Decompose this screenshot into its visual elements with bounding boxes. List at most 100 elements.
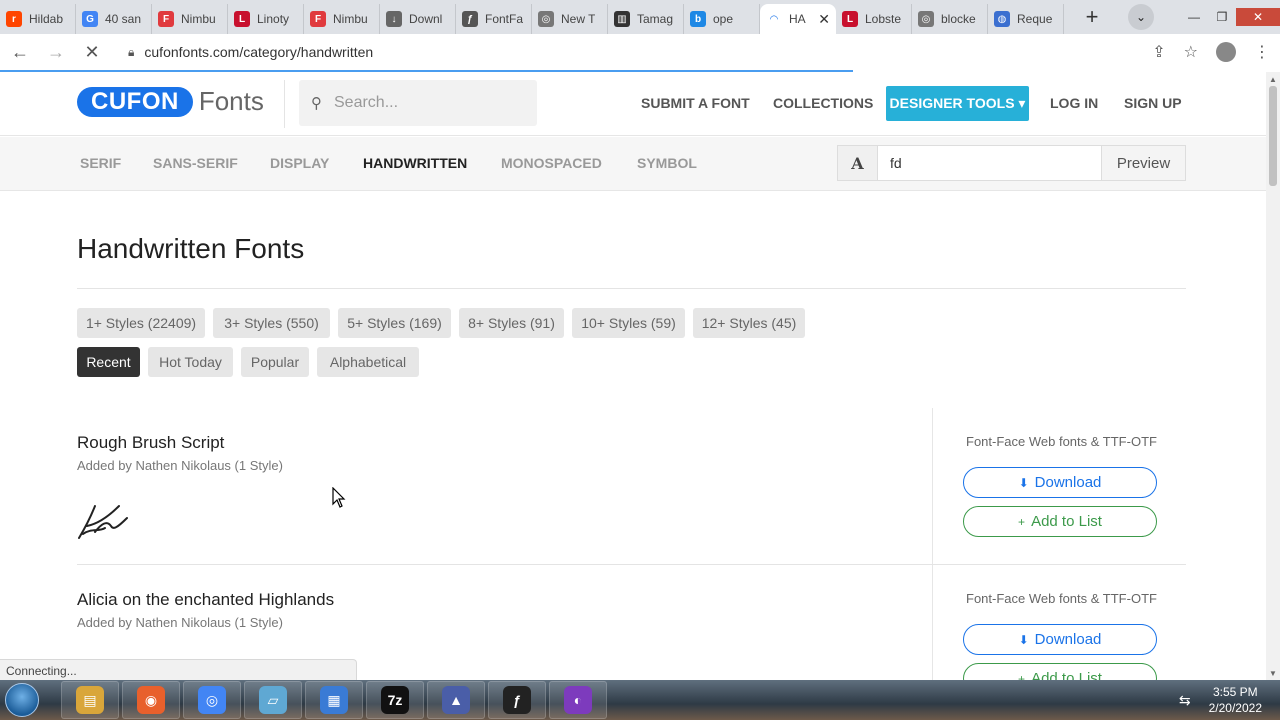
back-button[interactable]: ← <box>4 36 36 68</box>
tab-title: Downl <box>409 12 443 26</box>
browser-tab[interactable]: G 40 san <box>76 4 152 34</box>
mouse-cursor-icon <box>332 486 346 514</box>
style-filter-10plus[interactable]: 10+ Styles (59) <box>572 308 685 338</box>
windows-taskbar: ▤ ◉ ◎ ▱ ▦ 7z ▲ ƒ ◐ ⇆ 3:55 PM 2/20/2022 <box>0 680 1280 720</box>
style-filter-5plus[interactable]: 5+ Styles (169) <box>338 308 451 338</box>
taskbar-app-inkscape[interactable]: ▲ <box>427 681 485 719</box>
font-title-link[interactable]: Alicia on the enchanted Highlands <box>77 590 334 610</box>
browser-tab[interactable]: ◎ blocke <box>912 4 988 34</box>
network-icon[interactable]: ⇆ <box>1179 692 1191 709</box>
taskbar-app-notepad[interactable]: ▱ <box>244 681 302 719</box>
browser-tab[interactable]: ƒ FontFa <box>456 4 532 34</box>
browser-tab[interactable]: L Lobste <box>836 4 912 34</box>
start-button[interactable] <box>0 680 44 720</box>
scroll-up-arrow-icon[interactable]: ▲ <box>1266 72 1280 86</box>
tabs-container: r Hildab G 40 san F Nimbu L Linoty F Nimbu ↓ Downl ƒ… <box>0 0 1064 34</box>
logo-pill: CUFON <box>77 86 193 117</box>
close-tab-icon[interactable]: ✕ <box>818 11 830 28</box>
control-panel-icon: ▦ <box>320 686 348 714</box>
profile-avatar[interactable] <box>1216 42 1236 62</box>
tab-favicon-icon: L <box>842 11 858 27</box>
taskbar-app-control-panel[interactable]: ▦ <box>305 681 363 719</box>
search-input[interactable]: ⚲ Search... <box>299 80 537 126</box>
forward-button[interactable]: → <box>40 36 72 68</box>
lock-icon[interactable]: 🔒︎ <box>128 45 134 60</box>
close-window-button[interactable]: ✕ <box>1236 8 1280 26</box>
browser-tab[interactable]: ▥ Tamag <box>608 4 684 34</box>
browser-tab[interactable]: L Linoty <box>228 4 304 34</box>
font-title-link[interactable]: Rough Brush Script <box>77 433 224 453</box>
font-sample-image[interactable] <box>77 498 129 545</box>
category-serif[interactable]: SERIF <box>80 155 121 171</box>
add-to-list-label: Add to List <box>1031 513 1102 530</box>
designer-tools-button[interactable]: DESIGNER TOOLS ▾ <box>886 86 1029 121</box>
collections-link[interactable]: COLLECTIONS <box>773 86 873 120</box>
category-sans-serif[interactable]: SANS-SERIF <box>153 155 238 171</box>
tab-favicon-icon: b <box>690 11 706 27</box>
scroll-down-arrow-icon[interactable]: ▼ <box>1266 666 1280 680</box>
submit-font-link[interactable]: SUBMIT A FONT <box>641 86 750 120</box>
preview-text-input[interactable]: fd <box>878 146 1101 180</box>
browser-tab[interactable]: b ope <box>684 4 760 34</box>
minimize-button[interactable]: — <box>1180 8 1208 26</box>
category-display[interactable]: DISPLAY <box>270 155 329 171</box>
sort-popular[interactable]: Popular <box>241 347 309 377</box>
browser-tab[interactable]: ↓ Downl <box>380 4 456 34</box>
clock[interactable]: 3:55 PM 2/20/2022 <box>1209 684 1262 716</box>
tor-icon: ◐ <box>564 686 592 714</box>
browser-tab[interactable]: ◍ Reque <box>988 4 1064 34</box>
sort-recent[interactable]: Recent <box>77 347 140 377</box>
window-controls: ⌄ — ❐ ✕ <box>1128 0 1280 34</box>
maximize-button[interactable]: ❐ <box>1208 8 1236 26</box>
signup-link[interactable]: SIGN UP <box>1124 86 1182 120</box>
taskbar-app-7zip[interactable]: 7z <box>366 681 424 719</box>
category-monospaced[interactable]: MONOSPACED <box>501 155 602 171</box>
login-link[interactable]: LOG IN <box>1050 86 1098 120</box>
taskbar-app-firefox[interactable]: ◉ <box>122 681 180 719</box>
sort-alphabetical[interactable]: Alphabetical <box>317 347 419 377</box>
download-label: Download <box>1034 474 1102 491</box>
download-button[interactable]: ⬇ Download <box>963 624 1157 655</box>
tab-search-icon[interactable]: ⌄ <box>1128 4 1154 30</box>
site-logo[interactable]: CUFON Fonts <box>77 86 264 117</box>
browser-tab[interactable]: ◎ New T <box>532 4 608 34</box>
preview-text-box: A fd Preview <box>837 145 1186 181</box>
taskbar-app-tor[interactable]: ◐ <box>549 681 607 719</box>
page-scrollbar[interactable]: ▲ ▼ <box>1266 72 1280 680</box>
taskbar-app-explorer[interactable]: ▤ <box>61 681 119 719</box>
taskbar-app-chrome[interactable]: ◎ <box>183 681 241 719</box>
logo-word: Fonts <box>198 86 264 116</box>
address-bar[interactable]: 🔒︎ cufonfonts.com/category/handwritten <box>116 37 1196 67</box>
tab-title: Tamag <box>637 12 674 26</box>
category-symbol[interactable]: SYMBOL <box>637 155 697 171</box>
category-handwritten[interactable]: HANDWRITTEN <box>363 155 467 171</box>
scroll-thumb[interactable] <box>1269 86 1277 186</box>
stop-loading-button[interactable]: ✕ <box>76 36 108 68</box>
download-button[interactable]: ⬇ Download <box>963 467 1157 498</box>
browser-tab[interactable]: F Nimbu <box>152 4 228 34</box>
style-filter-3plus[interactable]: 3+ Styles (550) <box>213 308 330 338</box>
inkscape-icon: ▲ <box>442 686 470 714</box>
new-tab-button[interactable]: + <box>1078 3 1106 31</box>
plus-icon: + <box>1018 514 1026 529</box>
clock-date: 2/20/2022 <box>1208 701 1262 715</box>
browser-tab-active[interactable]: ◠ HA ✕ <box>760 4 836 34</box>
style-filter-12plus[interactable]: 12+ Styles (45) <box>693 308 805 338</box>
site-header: CUFON Fonts ⚲ Search... SUBMIT A FONT CO… <box>0 72 1266 136</box>
share-icon[interactable]: ⇪ <box>1152 42 1165 62</box>
tab-favicon-icon: ↓ <box>386 11 402 27</box>
preview-button[interactable]: Preview <box>1101 146 1185 180</box>
sort-hot-today[interactable]: Hot Today <box>148 347 233 377</box>
download-label: Download <box>1034 631 1102 648</box>
menu-kebab-icon[interactable]: ⋮ <box>1254 42 1270 62</box>
bookmark-star-icon[interactable]: ☆ <box>1184 42 1198 62</box>
browser-tab[interactable]: F Nimbu <box>304 4 380 34</box>
tab-title: HA <box>789 12 806 26</box>
style-filter-1plus[interactable]: 1+ Styles (22409) <box>77 308 205 338</box>
taskbar-app-fontforge[interactable]: ƒ <box>488 681 546 719</box>
7zip-icon: 7z <box>381 686 409 714</box>
style-filter-8plus[interactable]: 8+ Styles (91) <box>459 308 564 338</box>
add-to-list-button[interactable]: + Add to List <box>963 506 1157 537</box>
browser-tab[interactable]: r Hildab <box>0 4 76 34</box>
tab-favicon-icon: ▥ <box>614 11 630 27</box>
